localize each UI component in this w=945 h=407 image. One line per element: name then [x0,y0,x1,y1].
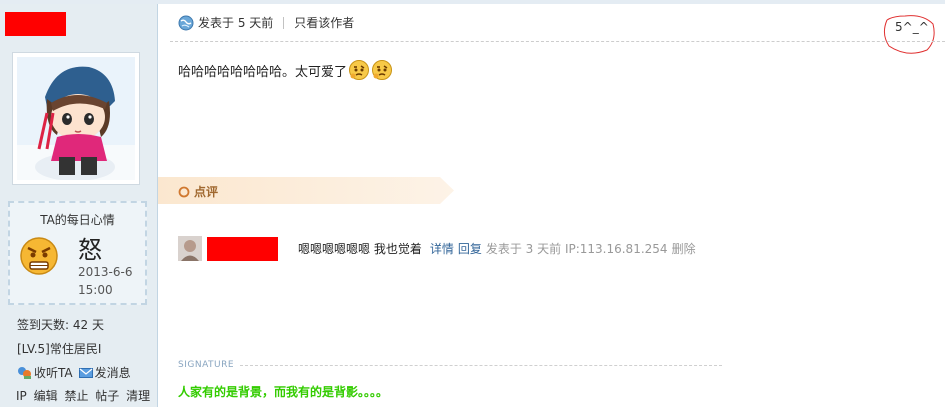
thinking-emoji-icon [349,60,370,80]
mood-title: TA的每日心情 [40,213,115,227]
comment-text: 嗯嗯嗯嗯嗯嗯 我也觉着 [298,242,422,256]
post-text: 哈哈哈哈哈哈哈哈。太可爱了 [178,64,348,80]
comment-reply-link[interactable]: 回复 [458,240,482,257]
mood-date: 2013-6-6 [78,265,133,279]
comment-item: 嗯嗯嗯嗯嗯嗯 我也觉着 详情 回复 发表于 3 天前 IP:113.16.81.… [178,236,700,261]
signature-text: 人家有的是背景，而我有的是背影。。。。 [178,385,389,399]
mood-word: 怒 [78,236,102,264]
angry-face-icon [19,236,59,279]
post-header: 发表于 5 天前 只看该作者 [178,14,354,31]
admin-posts-link[interactable]: 帖子 [95,389,119,403]
comment-label: 点评 [194,185,219,199]
admin-edit-link[interactable]: 编辑 [34,389,58,403]
signature-label: SIGNATURE [178,360,235,370]
comment-detail-link[interactable]: 详情 [430,240,454,257]
admin-ip-link[interactable]: IP [16,389,27,403]
floor-highlight-circle [883,15,935,54]
commenter-name-redacted[interactable] [207,236,278,261]
thinking-emoji-icon [372,60,393,80]
envelope-icon [78,367,93,378]
message-button[interactable]: 发消息 [78,364,131,381]
follow-label: 收听TA [34,366,73,380]
username-redacted[interactable] [5,12,66,36]
admin-ban-link[interactable]: 禁止 [64,389,88,403]
mood-time: 15:00 [78,283,113,297]
user-sidebar: TA的每日心情 怒 2013-6-6 15:00 签到天数: 42 天 [LV.… [0,4,158,407]
message-label: 发消息 [94,366,131,380]
admin-clean-link[interactable]: 清理 [126,389,150,403]
avatar[interactable] [12,52,140,185]
author-only-link[interactable]: 只看该作者 [294,14,354,31]
avatar-image [17,57,135,180]
follow-button[interactable]: 收听TA [16,364,73,381]
daily-mood-box: TA的每日心情 怒 2013-6-6 15:00 [8,201,147,305]
user-level[interactable]: [LV.5]常住居民I [17,340,101,357]
floor-number[interactable]: 5^_^ [895,20,929,34]
sign-in-days: 签到天数: 42 天 [17,318,104,332]
comment-circle-icon [178,186,190,197]
user-actions: 收听TA 发消息 [16,364,131,381]
comment-meta: 发表于 3 天前 IP:113.16.81.254 [485,242,668,256]
comment-delete-link[interactable]: 删除 [672,240,696,257]
header-divider [283,16,285,29]
follow-icon [18,366,31,379]
post-content: 哈哈哈哈哈哈哈哈。太可爱了 [178,59,393,81]
signature-divider [240,365,722,366]
commenter-avatar[interactable] [178,236,202,261]
admin-actions: IP 编辑 禁止 帖子 清理 [16,387,153,404]
comment-section-header: 点评 [158,177,454,204]
online-status-icon [178,15,194,30]
post-time: 发表于 5 天前 [198,16,274,30]
header-divider-line [170,41,945,42]
